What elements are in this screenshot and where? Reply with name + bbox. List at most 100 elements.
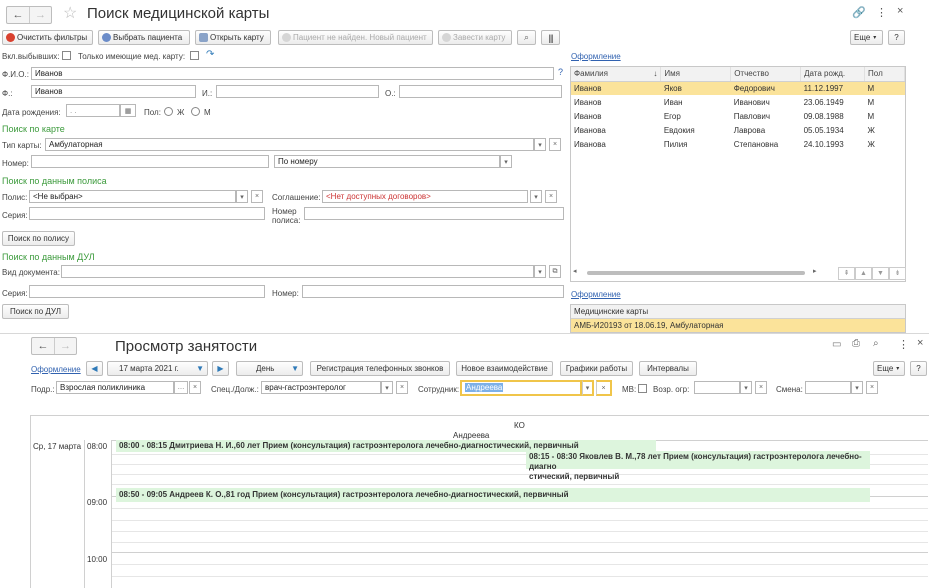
appointment-block[interactable]: 08:50 - 09:05 Андреев К. О.,81 год Прием… (116, 488, 870, 502)
forward-button[interactable]: → (29, 7, 51, 23)
shift-input[interactable] (805, 381, 851, 394)
age-input[interactable] (694, 381, 740, 394)
cards-row[interactable]: АМБ-И20193 от 18.06.19, Амбулаторная (571, 319, 905, 332)
number-mode-dropdown[interactable]: ▾ (500, 155, 512, 168)
schedule-design-link[interactable]: Оформление (31, 365, 81, 374)
barcode-button[interactable]: ||| (541, 30, 560, 45)
policy-number-input[interactable] (304, 207, 564, 220)
dept-select-button[interactable]: … (174, 381, 188, 394)
sex-female-radio[interactable] (164, 107, 173, 116)
cards-design-link[interactable]: Оформление (571, 290, 621, 299)
open-card-button[interactable]: Открыть карту (195, 30, 271, 45)
refresh-icon[interactable]: ↷ (206, 49, 214, 60)
agreement-clear[interactable]: × (545, 190, 557, 203)
doc-series-input[interactable] (29, 285, 265, 298)
card-type-dropdown[interactable]: ▾ (534, 138, 546, 151)
patronymic-input[interactable] (399, 85, 562, 98)
scrollbar-thumb[interactable] (587, 271, 805, 275)
card-number-input[interactable] (31, 155, 269, 168)
first-row-icon[interactable]: ⇞ (838, 267, 855, 280)
search-settings-button[interactable]: ⌕ (517, 30, 536, 45)
next-date-button[interactable]: ▶ (212, 361, 229, 376)
choose-patient-button[interactable]: Выбрать пациента (98, 30, 190, 45)
fio-input[interactable]: Иванов (31, 67, 554, 80)
birth-date-input[interactable]: . . (66, 104, 120, 117)
policy-dropdown[interactable]: ▾ (236, 190, 248, 203)
table-row[interactable]: Иванов Егор Павлович 09.08.1988 М (571, 109, 905, 123)
table-row[interactable]: Иванова Евдокия Лаврова 05.05.1934 Ж (571, 123, 905, 137)
schedule-help-button[interactable]: ? (910, 361, 927, 376)
doc-type-dropdown[interactable]: ▾ (534, 265, 546, 278)
spec-input[interactable]: врач-гастроэнтеролог (261, 381, 381, 394)
more-menu-button[interactable]: Еще ▾ (850, 30, 883, 45)
agreement-input[interactable]: <Нет доступных договоров> (322, 190, 528, 203)
name-input[interactable] (216, 85, 379, 98)
doc-type-open[interactable]: ⧉ (549, 265, 561, 278)
intervals-button[interactable]: Интервалы (639, 361, 697, 376)
back-button[interactable]: ← (32, 338, 54, 354)
new-interaction-button[interactable]: Новое взаимодействие (456, 361, 553, 376)
calls-button[interactable]: Регистрация телефонных звонков (310, 361, 450, 376)
link-icon[interactable]: 🔗 (852, 6, 866, 19)
mv-checkbox[interactable] (638, 384, 647, 393)
preview-icon[interactable]: ⌕ (873, 338, 879, 349)
sex-male-radio[interactable] (191, 107, 200, 116)
create-card-button[interactable]: Завести карту (438, 30, 512, 45)
number-mode-select[interactable]: По номеру (274, 155, 500, 168)
column-header-patronymic[interactable]: Отчество (730, 67, 802, 82)
period-select[interactable]: День ▼ (236, 361, 303, 376)
shift-dropdown[interactable]: ▾ (851, 381, 863, 394)
search-by-doc-button[interactable]: Поиск по ДУЛ (2, 304, 69, 319)
policy-input[interactable]: <Не выбран> (29, 190, 236, 203)
dept-clear[interactable]: × (189, 381, 201, 394)
back-button[interactable]: ← (7, 7, 29, 23)
column-header-surname[interactable]: Фамилия ↓ (571, 67, 662, 82)
scroll-right-icon[interactable]: ▸ (813, 267, 817, 275)
column-header-sex[interactable]: Пол (864, 67, 905, 82)
results-design-link[interactable]: Оформление (571, 52, 621, 61)
last-row-icon[interactable]: ⇟ (889, 267, 906, 280)
horizontal-scrollbar[interactable]: ◂ ▸ (573, 267, 835, 278)
schedules-button[interactable]: Графики работы (560, 361, 633, 376)
down-icon[interactable]: ▼ (872, 267, 889, 280)
schedule-more-button[interactable]: Еще ▾ (873, 361, 905, 376)
doc-number-input[interactable] (302, 285, 564, 298)
card-type-input[interactable]: Амбулаторная (45, 138, 534, 151)
include-dropouts-checkbox[interactable] (62, 51, 71, 60)
more-icon[interactable]: ⋮ (898, 338, 909, 351)
appointment-block[interactable]: 08:15 - 08:30 Яковлев В. М.,78 лет Прием… (526, 451, 870, 481)
age-clear[interactable]: × (755, 381, 767, 394)
fio-help-icon[interactable]: ? (558, 67, 563, 77)
shift-clear[interactable]: × (866, 381, 878, 394)
favorite-star-icon[interactable]: ☆ (63, 3, 77, 23)
new-patient-button[interactable]: Пациент не найден. Новый пациент (278, 30, 433, 45)
employee-dropdown[interactable]: ▾ (582, 380, 594, 396)
table-row[interactable]: Иванов Яков Федорович 11.12.1997 М (571, 81, 905, 95)
employee-input[interactable]: Андреева (460, 380, 582, 396)
table-row[interactable]: Иванов Иван Иванович 23.06.1949 М (571, 95, 905, 109)
save-icon[interactable]: ▭ (832, 339, 841, 350)
more-icon[interactable]: ⋮ (876, 6, 887, 19)
help-button[interactable]: ? (888, 30, 905, 45)
table-row[interactable]: Иванова Пилия Степановна 24.10.1993 Ж (571, 137, 905, 151)
close-icon[interactable]: × (917, 337, 923, 349)
card-type-clear[interactable]: × (549, 138, 561, 151)
surname-input[interactable]: Иванов (31, 85, 196, 98)
forward-button[interactable]: → (54, 338, 76, 354)
scroll-left-icon[interactable]: ◂ (573, 267, 577, 275)
only-with-card-checkbox[interactable] (190, 51, 199, 60)
clear-filters-button[interactable]: Очистить фильтры (2, 30, 93, 45)
spec-clear[interactable]: × (396, 381, 408, 394)
print-icon[interactable]: ⎙ (852, 338, 860, 349)
column-header-name[interactable]: Имя (660, 67, 732, 82)
date-select[interactable]: 17 марта 2021 г. ▼ (107, 361, 208, 376)
close-icon[interactable]: × (897, 5, 903, 17)
doc-type-input[interactable] (61, 265, 534, 278)
spec-dropdown[interactable]: ▾ (381, 381, 393, 394)
column-header-birthdate[interactable]: Дата рожд. (800, 67, 866, 82)
prev-date-button[interactable]: ◀ (86, 361, 103, 376)
policy-series-input[interactable] (29, 207, 265, 220)
employee-clear[interactable]: × (596, 380, 612, 396)
policy-clear[interactable]: × (251, 190, 263, 203)
up-icon[interactable]: ▲ (855, 267, 872, 280)
